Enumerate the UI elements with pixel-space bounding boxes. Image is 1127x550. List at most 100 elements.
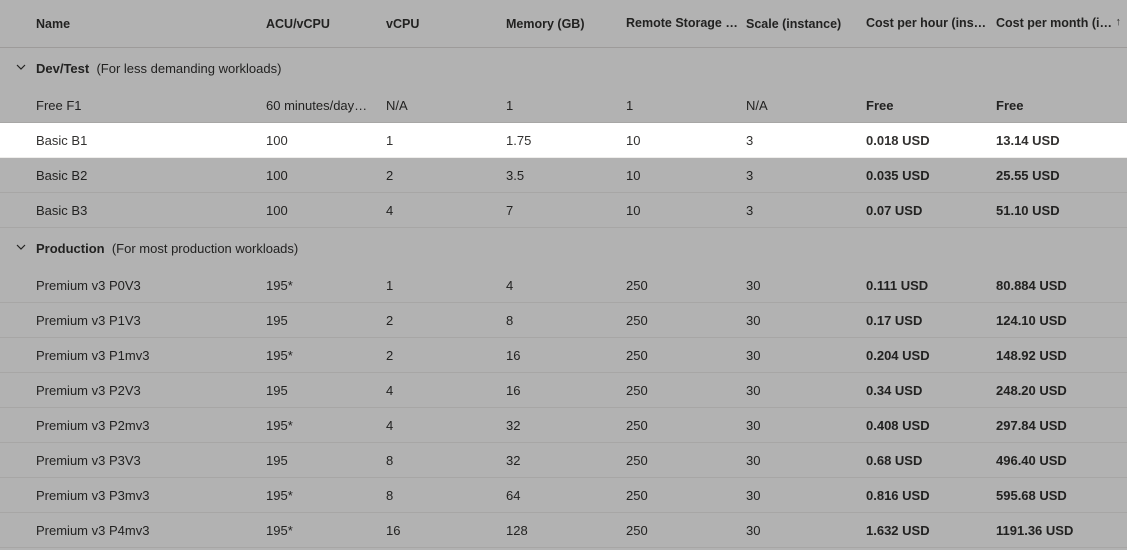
table-row[interactable]: Premium v3 P3V3195832250300.68 USD496.40… — [0, 443, 1127, 478]
cell-name: Free F1 — [36, 98, 266, 113]
cell-storage: 250 — [626, 523, 746, 538]
cell-cost-hr: 0.816 USD — [866, 488, 996, 503]
cell-memory: 1.75 — [506, 133, 626, 148]
table-row[interactable]: Premium v3 P0V3195*14250300.111 USD80.88… — [0, 268, 1127, 303]
col-cost-mo[interactable]: Cost per month (instance) — [996, 16, 1126, 32]
cell-vcpu: 4 — [386, 418, 506, 433]
cell-cost-mo: 51.10 USD — [996, 203, 1126, 218]
cell-memory: 16 — [506, 348, 626, 363]
cell-acu: 195* — [266, 488, 386, 503]
group-label: Production (For most production workload… — [36, 241, 1126, 256]
cell-scale: 30 — [746, 453, 866, 468]
cell-acu: 100 — [266, 133, 386, 148]
cell-name: Basic B2 — [36, 168, 266, 183]
cell-acu: 195* — [266, 523, 386, 538]
cell-memory: 7 — [506, 203, 626, 218]
col-acu[interactable]: ACU/vCPU — [266, 17, 386, 31]
table-header-row: Name ACU/vCPU vCPU Memory (GB) Remote St… — [0, 0, 1127, 48]
cell-cost-hr: 0.035 USD — [866, 168, 996, 183]
chevron-down-icon — [15, 241, 27, 256]
cell-name: Basic B1 — [36, 133, 266, 148]
pricing-table: Name ACU/vCPU vCPU Memory (GB) Remote St… — [0, 0, 1127, 550]
cell-memory: 1 — [506, 98, 626, 113]
cell-name: Premium v3 P0V3 — [36, 278, 266, 293]
cell-scale: 3 — [746, 203, 866, 218]
col-vcpu[interactable]: vCPU — [386, 17, 506, 31]
cell-cost-mo: 13.14 USD — [996, 133, 1126, 148]
cell-scale: 30 — [746, 383, 866, 398]
col-storage[interactable]: Remote Storage (GB) — [626, 16, 746, 32]
table-row[interactable]: Premium v3 P4mv3195*16128250301.632 USD1… — [0, 513, 1127, 548]
cell-acu: 100 — [266, 203, 386, 218]
table-row[interactable]: Premium v3 P1mv3195*216250300.204 USD148… — [0, 338, 1127, 373]
cell-cost-mo: 1191.36 USD — [996, 523, 1126, 538]
group-label: Dev/Test (For less demanding workloads) — [36, 61, 1126, 76]
cell-cost-mo: 297.84 USD — [996, 418, 1126, 433]
cell-name: Premium v3 P3V3 — [36, 453, 266, 468]
table-row[interactable]: Basic B110011.751030.018 USD13.14 USD — [0, 123, 1127, 158]
cell-storage: 250 — [626, 418, 746, 433]
table-row[interactable]: Premium v3 P2V3195416250300.34 USD248.20… — [0, 373, 1127, 408]
cell-vcpu: 4 — [386, 383, 506, 398]
cell-name: Premium v3 P3mv3 — [36, 488, 266, 503]
cell-scale: 30 — [746, 418, 866, 433]
cell-cost-mo: Free — [996, 98, 1126, 113]
cell-storage: 250 — [626, 348, 746, 363]
cell-memory: 3.5 — [506, 168, 626, 183]
cell-vcpu: 4 — [386, 203, 506, 218]
group-header[interactable]: Production (For most production workload… — [0, 228, 1127, 268]
cell-vcpu: 8 — [386, 453, 506, 468]
cell-acu: 195 — [266, 453, 386, 468]
table-row[interactable]: Free F160 minutes/day…N/A11N/AFreeFree — [0, 88, 1127, 123]
cell-memory: 4 — [506, 278, 626, 293]
table-row[interactable]: Premium v3 P2mv3195*432250300.408 USD297… — [0, 408, 1127, 443]
cell-acu: 195* — [266, 278, 386, 293]
table-row[interactable]: Premium v3 P3mv3195*864250300.816 USD595… — [0, 478, 1127, 513]
cell-memory: 16 — [506, 383, 626, 398]
table-row[interactable]: Premium v3 P1V319528250300.17 USD124.10 … — [0, 303, 1127, 338]
cell-scale: 30 — [746, 348, 866, 363]
col-scale[interactable]: Scale (instance) — [746, 17, 866, 31]
cell-cost-hr: Free — [866, 98, 996, 113]
col-name[interactable]: Name — [36, 17, 266, 31]
col-cost-hr[interactable]: Cost per hour (instance) — [866, 16, 996, 32]
table-row[interactable]: Basic B210023.51030.035 USD25.55 USD — [0, 158, 1127, 193]
cell-name: Basic B3 — [36, 203, 266, 218]
cell-memory: 64 — [506, 488, 626, 503]
cell-storage: 250 — [626, 453, 746, 468]
cell-cost-mo: 25.55 USD — [996, 168, 1126, 183]
cell-scale: 3 — [746, 133, 866, 148]
table-row[interactable]: Basic B3100471030.07 USD51.10 USD — [0, 193, 1127, 228]
cell-name: Premium v3 P2V3 — [36, 383, 266, 398]
cell-vcpu: 1 — [386, 278, 506, 293]
cell-scale: 30 — [746, 278, 866, 293]
cell-cost-mo: 148.92 USD — [996, 348, 1126, 363]
cell-storage: 250 — [626, 313, 746, 328]
cell-memory: 128 — [506, 523, 626, 538]
cell-name: Premium v3 P2mv3 — [36, 418, 266, 433]
col-memory[interactable]: Memory (GB) — [506, 17, 626, 31]
cell-cost-hr: 0.68 USD — [866, 453, 996, 468]
cell-storage: 250 — [626, 383, 746, 398]
cell-acu: 195 — [266, 313, 386, 328]
sort-ascending-icon[interactable]: ↑ — [1116, 16, 1122, 28]
cell-scale: 3 — [746, 168, 866, 183]
cell-acu: 60 minutes/day… — [266, 98, 386, 113]
cell-cost-mo: 124.10 USD — [996, 313, 1126, 328]
cell-cost-hr: 0.018 USD — [866, 133, 996, 148]
cell-vcpu: 1 — [386, 133, 506, 148]
cell-memory: 8 — [506, 313, 626, 328]
cell-name: Premium v3 P4mv3 — [36, 523, 266, 538]
cell-vcpu: 16 — [386, 523, 506, 538]
cell-storage: 250 — [626, 488, 746, 503]
cell-cost-hr: 0.111 USD — [866, 278, 996, 293]
group-header[interactable]: Dev/Test (For less demanding workloads) — [0, 48, 1127, 88]
cell-cost-hr: 0.204 USD — [866, 348, 996, 363]
cell-scale: 30 — [746, 523, 866, 538]
cell-vcpu: 2 — [386, 313, 506, 328]
cell-storage: 250 — [626, 278, 746, 293]
chevron-down-icon — [15, 61, 27, 76]
cell-scale: 30 — [746, 313, 866, 328]
cell-vcpu: N/A — [386, 98, 506, 113]
cell-cost-hr: 0.408 USD — [866, 418, 996, 433]
